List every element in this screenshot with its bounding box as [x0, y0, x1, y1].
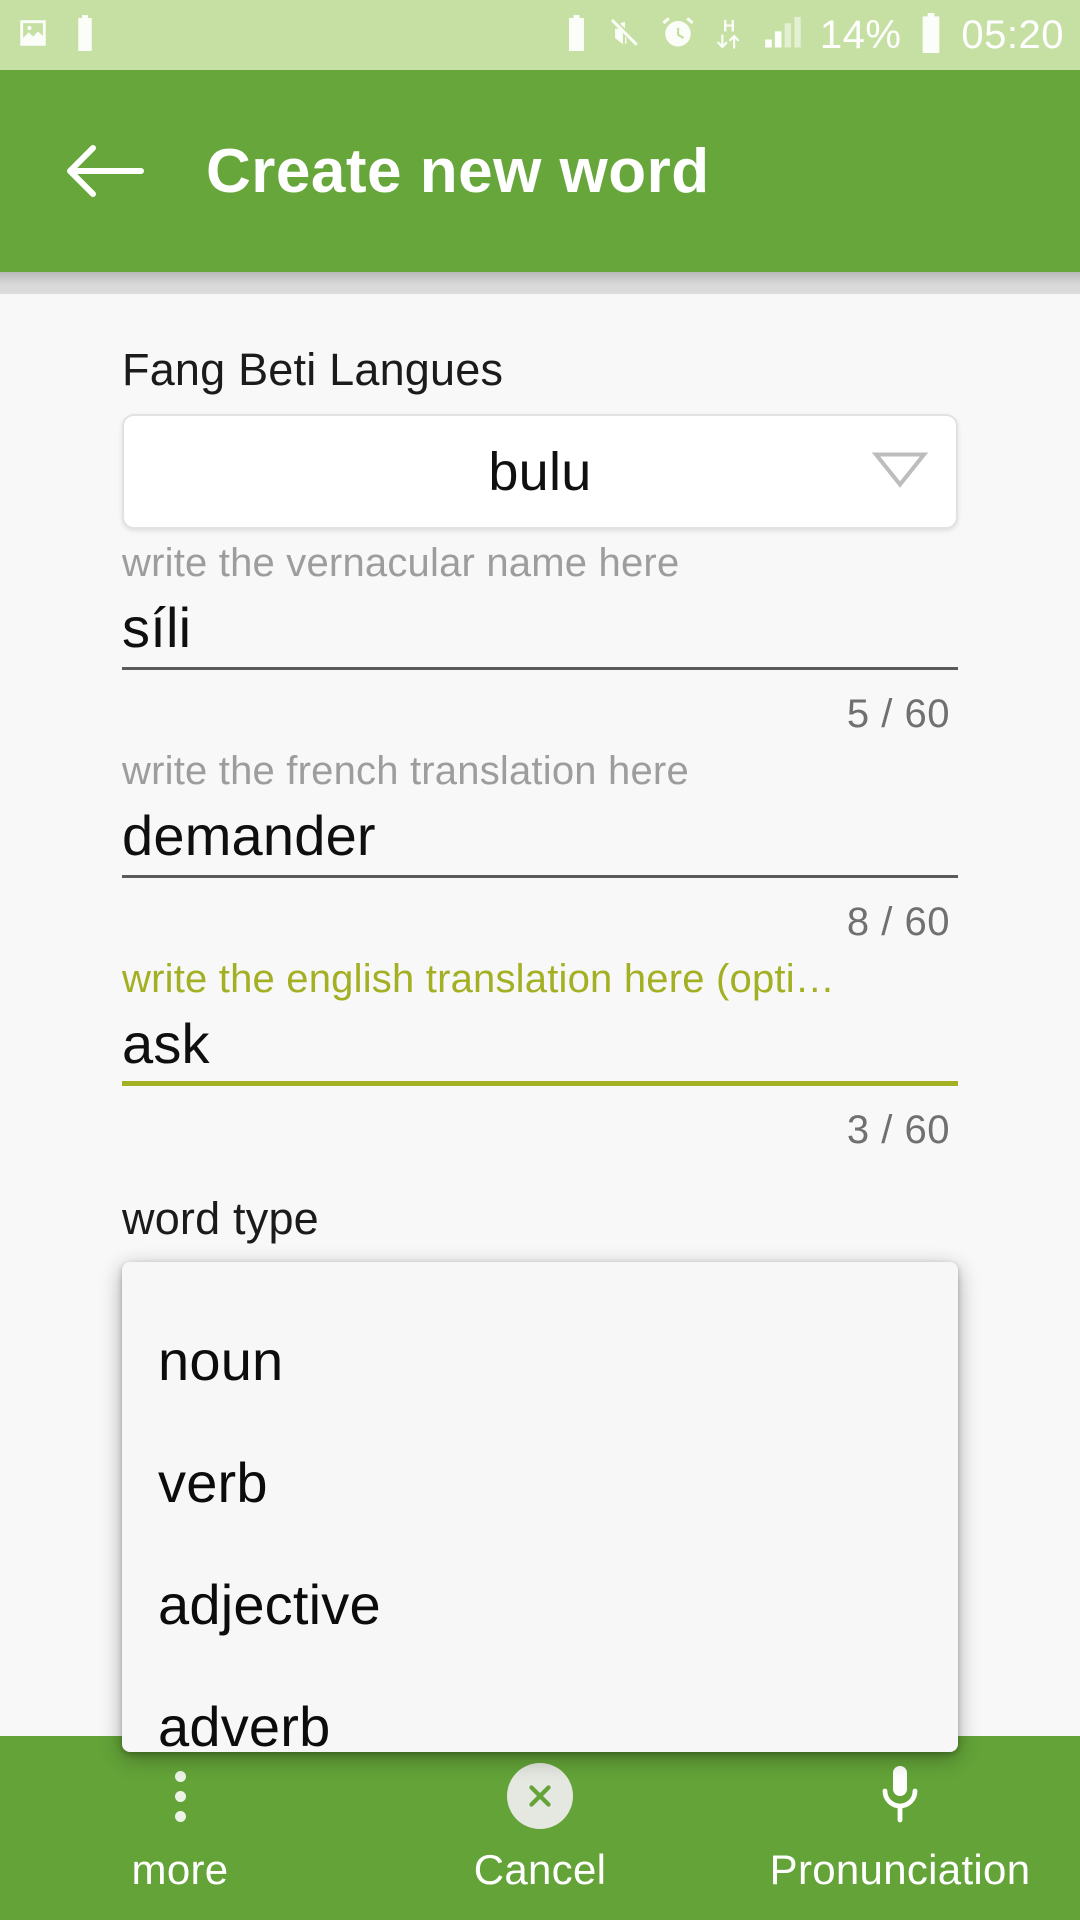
vernacular-char-counter: 5 / 60	[846, 692, 950, 736]
page-title: Create new word	[206, 136, 710, 206]
dropdown-item-adjective[interactable]: adjective	[140, 1544, 958, 1666]
chevron-down-icon	[871, 448, 929, 495]
alarm-icon	[660, 15, 696, 56]
french-input-value: demander	[122, 804, 376, 867]
clock-label: 05:20	[961, 13, 1064, 57]
more-button-label: more	[131, 1846, 229, 1893]
pronunciation-button[interactable]: Pronunciation	[720, 1736, 1080, 1920]
cancel-button-label: Cancel	[473, 1846, 607, 1893]
header-shadow-divider	[0, 272, 1080, 294]
mute-icon	[606, 16, 644, 55]
cancel-button[interactable]: Cancel	[360, 1736, 720, 1920]
battery-percent-label: 14%	[819, 13, 902, 57]
status-bar-right-icons: H 14% 05:20	[563, 12, 1064, 58]
battery-saver-icon	[563, 14, 590, 56]
status-bar: H 14% 05:20	[0, 0, 1080, 70]
bottom-action-bar: more Cancel Pronunciation	[0, 1736, 1080, 1920]
svg-text:H: H	[723, 16, 735, 35]
microphone-icon	[878, 1762, 922, 1830]
french-input[interactable]: demander	[122, 800, 958, 878]
signal-bars-icon	[762, 15, 804, 56]
image-icon	[16, 16, 50, 55]
english-input[interactable]: ask	[122, 1008, 958, 1086]
battery-alert-icon	[72, 14, 98, 56]
english-char-counter: 3 / 60	[846, 1108, 950, 1152]
language-spinner[interactable]: bulu	[122, 414, 958, 529]
word-type-field-label: word type	[122, 1193, 319, 1244]
french-field-block: write the french translation here demand…	[122, 749, 958, 945]
arrow-left-icon	[67, 145, 144, 197]
language-field-label: Fang Beti Langues	[122, 344, 504, 395]
app-header: Create new word	[0, 70, 1080, 272]
english-input-value: ask	[122, 1012, 210, 1075]
more-button[interactable]: more	[0, 1736, 360, 1920]
dropdown-item-verb[interactable]: verb	[140, 1422, 958, 1544]
back-button[interactable]	[62, 128, 148, 214]
pronunciation-button-label: Pronunciation	[769, 1846, 1031, 1893]
english-field-hint: write the english translation here (opti…	[122, 957, 836, 1001]
vernacular-input-value: síli	[122, 596, 192, 659]
vernacular-field-hint: write the vernacular name here	[122, 541, 680, 585]
close-circle-icon	[507, 1762, 573, 1830]
language-spinner-value: bulu	[488, 441, 592, 502]
hsdpa-data-icon: H	[712, 14, 746, 57]
french-char-counter: 8 / 60	[846, 900, 950, 944]
dropdown-item-noun[interactable]: noun	[140, 1300, 958, 1422]
french-field-hint: write the french translation here	[122, 749, 689, 793]
word-type-dropdown-popup[interactable]: noun verb adjective adverb	[122, 1262, 958, 1752]
dropdown-item-adverb[interactable]: adverb	[140, 1666, 958, 1752]
vernacular-field-block: write the vernacular name here síli 5 / …	[122, 541, 958, 737]
vernacular-input[interactable]: síli	[122, 592, 958, 670]
overflow-dots-icon	[174, 1762, 186, 1830]
status-bar-left-icons	[16, 14, 98, 56]
battery-icon	[917, 12, 945, 58]
english-field-block: write the english translation here (opti…	[122, 957, 958, 1153]
